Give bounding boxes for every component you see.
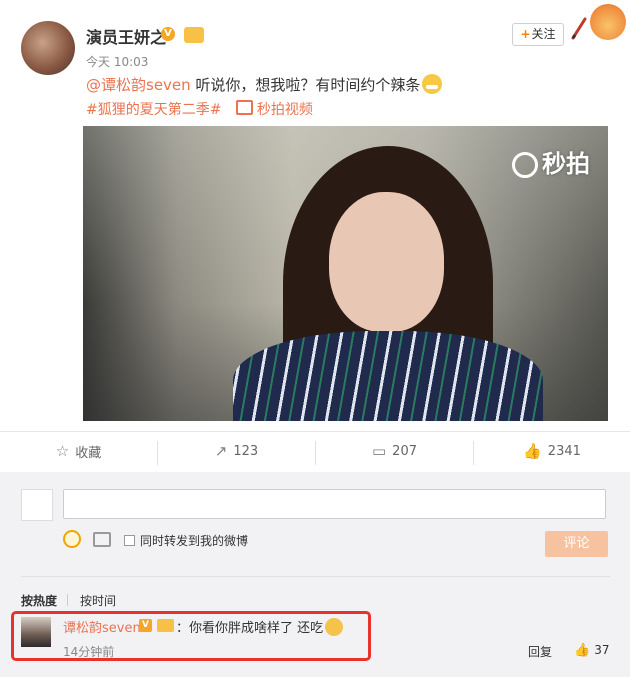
- like-count: 2341: [547, 443, 581, 459]
- topic-line: #狐狸的夏天第二季# 秒拍视频: [86, 99, 313, 119]
- favorite-button[interactable]: ☆ 收藏: [0, 436, 157, 466]
- member-crown-icon: [184, 27, 204, 43]
- favorite-label: 收藏: [75, 445, 102, 461]
- divider: [21, 576, 610, 577]
- submit-comment-button[interactable]: 评论: [545, 531, 608, 557]
- comment-count: 207: [392, 443, 417, 459]
- video-link-label: 秒拍视频: [256, 102, 313, 118]
- comment-like-button[interactable]: 👍 37: [574, 643, 609, 658]
- thumbs-up-icon: 👍: [523, 442, 542, 460]
- follow-label: 关注: [531, 27, 556, 41]
- repost-checkbox-label[interactable]: 同时转发到我的微博: [140, 532, 248, 549]
- post-body: 听说你，想我啦？有时间约个辣条: [190, 76, 421, 94]
- post-text: @谭松韵seven 听说你，想我啦？有时间约个辣条: [86, 74, 443, 95]
- sort-by-time-tab[interactable]: 按时间: [80, 592, 116, 609]
- repost-count: 123: [233, 443, 259, 459]
- reply-button[interactable]: 回复: [528, 643, 552, 660]
- watermark-text: 秒拍: [542, 150, 590, 178]
- comment-icon: ▭: [371, 442, 387, 460]
- video-link[interactable]: 秒拍视频: [235, 100, 313, 118]
- comment-like-count: 37: [594, 643, 610, 657]
- pencil-icon: [571, 17, 587, 40]
- like-button[interactable]: 👍 2341: [474, 436, 630, 466]
- author-name[interactable]: 演员王妍之: [86, 24, 166, 48]
- post-time[interactable]: 今天 10:03: [86, 53, 148, 70]
- repost-button[interactable]: ↗ 123: [158, 436, 315, 466]
- image-icon[interactable]: [93, 532, 111, 547]
- decoration-bowl-icon: [590, 4, 626, 40]
- verified-icon: V: [161, 27, 175, 41]
- video-figure-body: [233, 331, 543, 421]
- divider: [0, 431, 630, 432]
- video-icon: [235, 100, 253, 115]
- grin-emoji-icon: [422, 74, 443, 94]
- topic-link[interactable]: #狐狸的夏天第二季#: [86, 102, 221, 118]
- comment-button[interactable]: ▭ 207: [316, 436, 473, 466]
- follow-button[interactable]: +关注: [512, 23, 564, 46]
- current-user-avatar: [21, 489, 53, 521]
- divider: [67, 594, 68, 606]
- mention-link[interactable]: @谭松韵seven: [86, 76, 191, 94]
- author-avatar[interactable]: [21, 21, 75, 75]
- star-icon: ☆: [55, 442, 70, 460]
- comment-highlight-box: [11, 611, 371, 661]
- miaopai-icon: [512, 152, 538, 178]
- repost-icon: ↗: [214, 442, 228, 460]
- thumbs-up-icon: 👍: [574, 643, 591, 658]
- repost-checkbox[interactable]: [124, 535, 135, 546]
- emoji-icon[interactable]: [63, 530, 81, 548]
- sort-by-hot-tab[interactable]: 按热度: [21, 592, 57, 609]
- plus-icon: +: [520, 27, 531, 41]
- video-thumbnail[interactable]: 秒拍: [83, 126, 608, 421]
- video-figure-face: [329, 192, 444, 332]
- comment-input[interactable]: [63, 489, 606, 519]
- video-watermark: 秒拍: [512, 144, 590, 179]
